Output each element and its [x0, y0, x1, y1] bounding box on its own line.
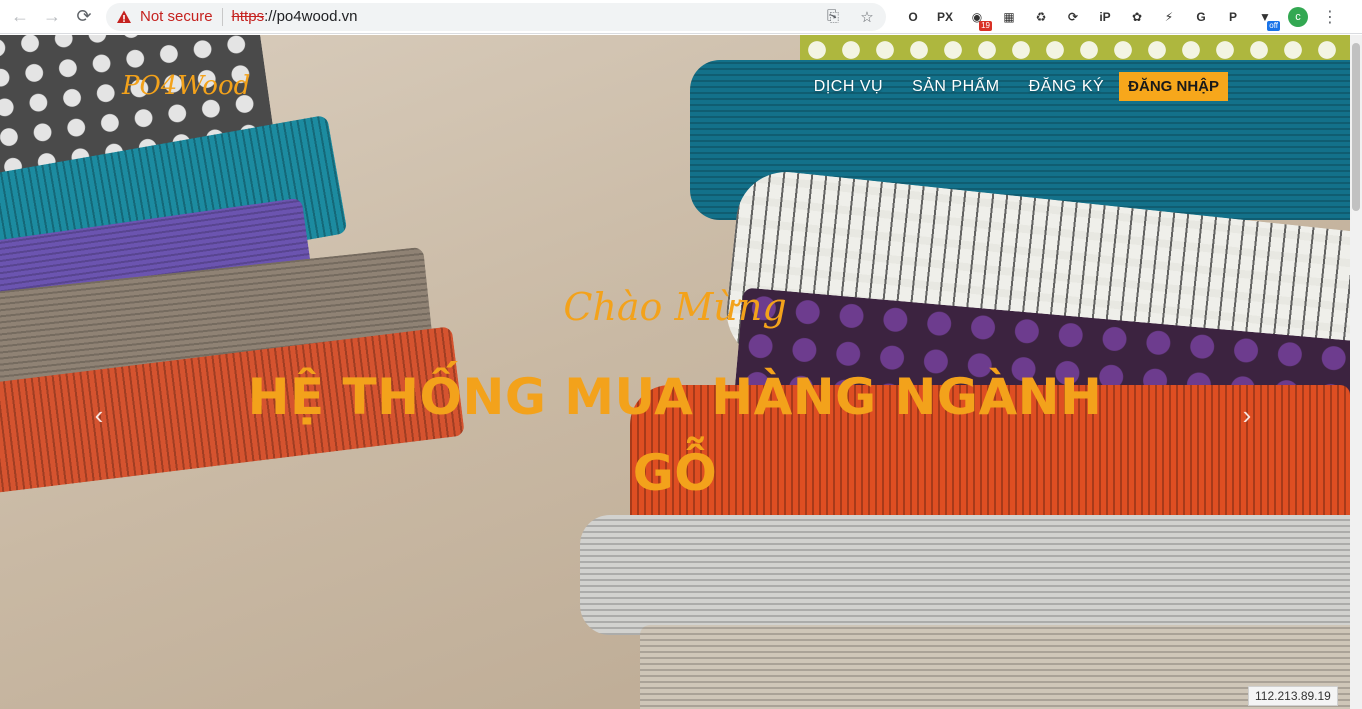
url-scheme[interactable]: https — [232, 8, 265, 25]
globe-icon[interactable]: ◉ 19 — [966, 6, 992, 31]
evernote-icon-glyph: ✿ — [1131, 9, 1143, 24]
lightning-icon[interactable]: ⚡ — [1158, 6, 1180, 28]
scrollbar-thumb[interactable] — [1352, 43, 1360, 211]
bookmark-star-icon[interactable]: ☆ — [858, 8, 876, 26]
ip-icon-glyph: iP — [1099, 9, 1111, 24]
globe-icon-badge: 19 — [979, 20, 992, 31]
browser-toolbar: ← → ⟳ Not secure https://po4wood.vn ⎘ ☆ … — [0, 0, 1362, 34]
address-bar[interactable]: Not secure https://po4wood.vn ⎘ ☆ — [106, 2, 886, 31]
site-logo[interactable]: PO4Wood — [122, 71, 250, 101]
translate-icon[interactable]: G — [1190, 6, 1212, 28]
recycle-icon[interactable]: ♻ — [1030, 6, 1052, 28]
page-scrollbar[interactable] — [1350, 35, 1362, 709]
back-arrow-icon[interactable]: ← — [4, 1, 36, 33]
nav-san-pham[interactable]: SẢN PHẨM — [912, 78, 1000, 96]
omnibox-divider — [221, 7, 223, 26]
menu-dots-icon[interactable]: ⋮ — [1320, 7, 1340, 27]
funnel-icon-badge: off — [1267, 20, 1280, 31]
login-button[interactable]: ĐĂNG NHẬP — [1119, 72, 1228, 101]
translate-page-icon[interactable]: ⎘ — [824, 8, 842, 26]
hero-headline: HỆ THỐNG MUA HÀNG NGÀNH GỖ — [247, 368, 1103, 502]
hero-carousel-slide: PO4Wood DỊCH VỤ SẢN PHẨM ĐĂNG KÝ ĐĂNG NH… — [0, 35, 1350, 709]
carousel-prev-chevron-icon[interactable]: ‹ — [84, 400, 114, 430]
pinterest-icon-glyph: P — [1228, 9, 1237, 24]
status-ip-label: 112.213.89.19 — [1248, 686, 1338, 706]
hero-welcome-text: Chào Mừng — [563, 285, 787, 329]
nav-dang-ky[interactable]: ĐĂNG KÝ — [1029, 78, 1105, 96]
recycle-icon-glyph: ♻ — [1035, 9, 1047, 24]
nav-dich-vu[interactable]: DỊCH VỤ — [814, 78, 883, 96]
profile-avatar[interactable]: c — [1288, 6, 1308, 27]
security-label[interactable]: Not secure — [140, 8, 213, 25]
reload-icon[interactable]: ⟳ — [68, 1, 100, 33]
sync-icon[interactable]: ⟳ — [1062, 6, 1084, 28]
carousel-next-chevron-icon[interactable]: › — [1232, 400, 1262, 430]
warning-icon[interactable] — [116, 9, 132, 25]
evernote-icon[interactable]: ✿ — [1126, 6, 1148, 28]
lightning-icon-glyph: ⚡ — [1164, 9, 1174, 24]
funnel-icon[interactable]: ▼ off — [1254, 6, 1280, 31]
px-icon-glyph: PX — [936, 9, 953, 24]
translate-icon-glyph: G — [1196, 9, 1206, 24]
o-icon-glyph: O — [908, 9, 918, 24]
extensions-bar: O PX ◉ 19 ▦ ♻ ⟳ iP ✿ ⚡ G P ▼ off — [902, 6, 1280, 31]
fabric-grey-weave — [580, 515, 1350, 635]
url-host[interactable]: ://po4wood.vn — [264, 8, 357, 25]
main-nav: DỊCH VỤ SẢN PHẨM ĐĂNG KÝ ĐĂNG NHẬP — [814, 72, 1228, 101]
ip-icon[interactable]: iP — [1094, 6, 1116, 28]
bar-chart-icon[interactable]: ▦ — [998, 6, 1020, 28]
o-icon[interactable]: O — [902, 6, 924, 28]
fabric-beige — [640, 625, 1350, 709]
px-icon[interactable]: PX — [934, 6, 956, 28]
bar-chart-icon-glyph: ▦ — [1003, 9, 1015, 24]
sync-icon-glyph: ⟳ — [1067, 9, 1079, 24]
forward-arrow-icon[interactable]: → — [36, 1, 68, 33]
page-viewport: PO4Wood DỊCH VỤ SẢN PHẨM ĐĂNG KÝ ĐĂNG NH… — [0, 35, 1350, 709]
pinterest-icon[interactable]: P — [1222, 6, 1244, 28]
